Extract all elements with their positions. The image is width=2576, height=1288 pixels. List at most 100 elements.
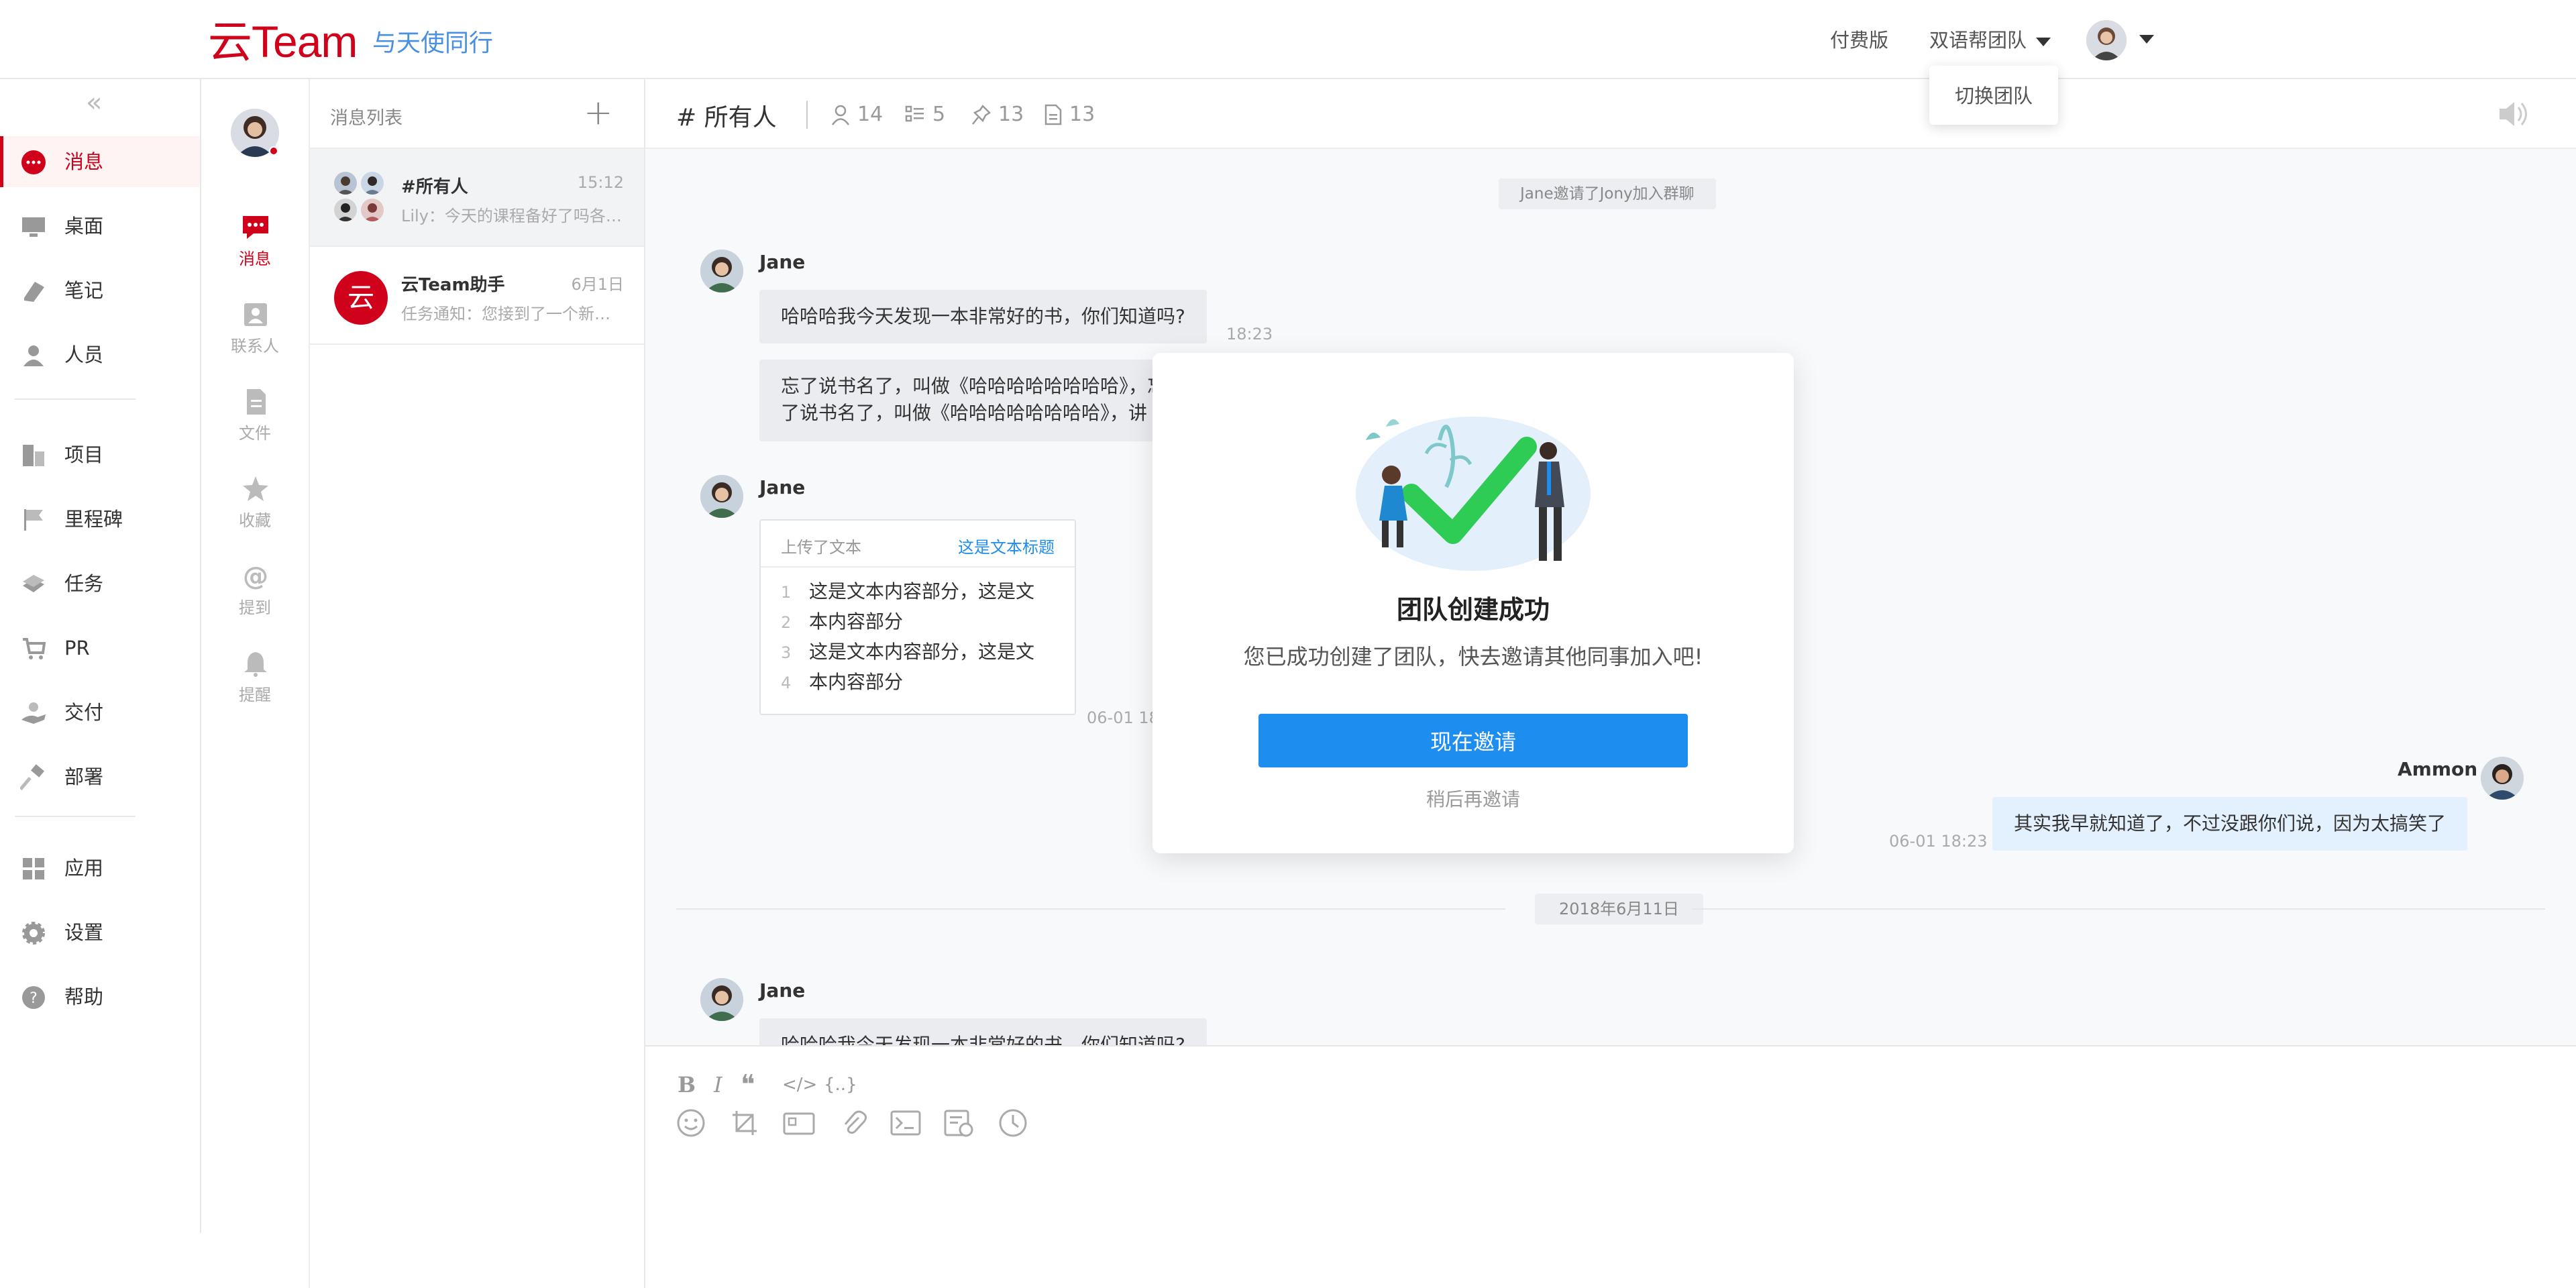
nav-divider [15, 816, 136, 817]
emoji-icon[interactable] [676, 1108, 706, 1138]
nav-divider [15, 398, 136, 400]
hammer-icon [20, 764, 44, 791]
secondary-sidebar: 消息 联系人 文件 收藏 @ 提到 提醒 [201, 79, 310, 1288]
nav-item-people[interactable]: 人员 [0, 329, 200, 380]
gear-icon [22, 922, 45, 945]
volume-icon[interactable] [2497, 99, 2530, 129]
tab-reminders[interactable]: 提醒 [201, 649, 309, 723]
nav-label: 部署 [64, 765, 104, 788]
sender-name: Ammon [2398, 758, 2478, 780]
code-button[interactable]: </> [782, 1075, 817, 1095]
conversation-time: 6月1日 [571, 275, 624, 294]
tab-files[interactable]: 文件 [201, 388, 309, 462]
document-body: 1 这是文本内容部分，这是文 2 本内容部分 3 这是文本内容部分，这是文 4 本内容部… [761, 568, 1075, 714]
tab-mentions[interactable]: @ 提到 [201, 562, 309, 636]
nav-item-tasks[interactable]: 任务 [0, 558, 200, 609]
help-icon: ? [22, 986, 45, 1009]
conversation-time: 15:12 [577, 173, 624, 192]
deliver-icon [21, 702, 46, 724]
nav-item-settings[interactable]: 设置 [0, 907, 200, 958]
nav-label: 里程碑 [64, 508, 123, 531]
task-card-icon[interactable] [943, 1108, 974, 1138]
switch-team-item[interactable]: 切换团队 [1955, 80, 2033, 109]
nav-item-desktop[interactable]: 桌面 [0, 201, 200, 252]
attachment-icon[interactable] [839, 1108, 868, 1138]
document-card-header: 上传了文本 这是文本标题 [761, 521, 1075, 568]
sender-avatar[interactable] [700, 475, 743, 518]
chevron-down-icon [2036, 37, 2051, 46]
invite-now-button[interactable]: 现在邀请 [1258, 714, 1688, 767]
task-icon [23, 575, 44, 592]
terminal-icon[interactable] [890, 1108, 922, 1138]
tab-contacts[interactable]: 联系人 [201, 301, 309, 374]
video-icon[interactable] [782, 1108, 816, 1138]
nav-label: 项目 [64, 443, 104, 466]
conversation-item[interactable]: #所有人 15:12 Lily：今天的课程备好了吗各位同学 [310, 149, 644, 247]
italic-button[interactable]: I [714, 1072, 722, 1097]
tab-messages[interactable]: 消息 [201, 213, 309, 287]
message-bubble[interactable]: 其实我早就知道了，不过没跟你们说，因为太搞笑了 [1992, 797, 2468, 851]
tab-favorites[interactable]: 收藏 [201, 475, 309, 549]
message-time: 06-01 18 [1087, 708, 1159, 727]
bold-button[interactable]: B [678, 1072, 696, 1097]
team-name: 双语帮团队 [1929, 29, 2027, 52]
tasks-count[interactable]: 5 [904, 102, 945, 126]
clock-icon[interactable] [998, 1108, 1028, 1138]
conversation-item[interactable]: 云 云Team助手 6月1日 任务通知：您接到了一个新任务 [310, 247, 644, 345]
document-card[interactable]: 上传了文本 这是文本标题 1 这是文本内容部分，这是文 2 本内容部分 3 这是文本内… [759, 519, 1076, 715]
stat-value: 13 [1069, 103, 1095, 126]
chat-header: # 所有人 14 5 13 13 [645, 79, 2576, 149]
user-avatar[interactable] [2086, 20, 2127, 60]
stat-value: 14 [857, 103, 883, 126]
code-block-button[interactable]: {..} [824, 1075, 857, 1095]
nav-item-apps[interactable]: 应用 [0, 843, 200, 894]
conversation-list-panel: 消息列表 + #所有人 15:12 Lily：今天的课程备好了吗各位同学 云 云… [310, 79, 645, 1288]
sender-name: Jane [759, 979, 806, 1002]
nav-label: PR [64, 637, 90, 659]
user-menu-chevron-icon[interactable] [2139, 35, 2154, 44]
message-bubble[interactable]: 哈哈哈我今天发现一本非常好的书，你们知道吗? [759, 1018, 1207, 1045]
app-logo[interactable]: 云Team [208, 15, 358, 68]
message-bubble[interactable]: 哈哈哈我今天发现一本非常好的书，你们知道吗? [759, 290, 1207, 343]
pins-count[interactable]: 13 [971, 102, 1024, 126]
desktop-icon [22, 217, 45, 237]
quote-button[interactable]: ❝ [741, 1069, 755, 1100]
nav-item-deploy[interactable]: 部署 [0, 751, 200, 802]
flag-icon [24, 509, 43, 531]
nav-item-projects[interactable]: 项目 [0, 429, 200, 480]
message-time: 06-01 18:23 [1889, 832, 1988, 851]
invite-later-link[interactable]: 稍后再邀请 [1152, 785, 1794, 812]
group-avatar [334, 172, 385, 223]
sender-avatar[interactable] [700, 250, 743, 292]
nav-item-pr[interactable]: PR [0, 623, 200, 674]
nav-label: 人员 [64, 343, 104, 366]
document-line: 4 本内容部分 [781, 667, 1055, 698]
chat-bubble-icon [243, 216, 268, 239]
modal-title: 团队创建成功 [1396, 595, 1550, 625]
collapse-sidebar-icon[interactable]: « [86, 87, 102, 118]
document-title-link[interactable]: 这是文本标题 [958, 534, 1055, 557]
nav-item-delivery[interactable]: 交付 [0, 687, 200, 738]
nav-label: 帮助 [64, 985, 104, 1008]
nav-item-milestones[interactable]: 里程碑 [0, 494, 200, 545]
line-text: 本内容部分 [809, 671, 904, 693]
top-header: 云Team 与天使同行 付费版 双语帮团队 [0, 0, 2576, 79]
modal-description: 您已成功创建了团队，快去邀请其他同事加入吧! [1243, 644, 1703, 669]
add-conversation-icon[interactable]: + [584, 95, 613, 130]
conversation-preview: 任务通知：您接到了一个新任务 [401, 305, 626, 323]
paid-version-link[interactable]: 付费版 [1830, 27, 1888, 54]
line-number: 4 [781, 674, 792, 692]
message-composer: B I ❝ </> {..} [645, 1045, 2576, 1288]
screenshot-icon[interactable] [730, 1108, 759, 1138]
nav-item-help[interactable]: ? 帮助 [0, 971, 200, 1022]
svg-text:?: ? [30, 990, 38, 1007]
sender-avatar[interactable] [2481, 757, 2524, 800]
members-count[interactable]: 14 [830, 102, 883, 126]
nav-item-notes[interactable]: 笔记 [0, 265, 200, 316]
nav-item-messages[interactable]: 消息 [0, 136, 200, 187]
grid-icon [23, 858, 44, 879]
files-count[interactable]: 13 [1044, 102, 1095, 126]
team-switcher[interactable]: 双语帮团队 [1929, 27, 2051, 54]
tab-label: 联系人 [231, 337, 279, 356]
sender-avatar[interactable] [700, 978, 743, 1021]
